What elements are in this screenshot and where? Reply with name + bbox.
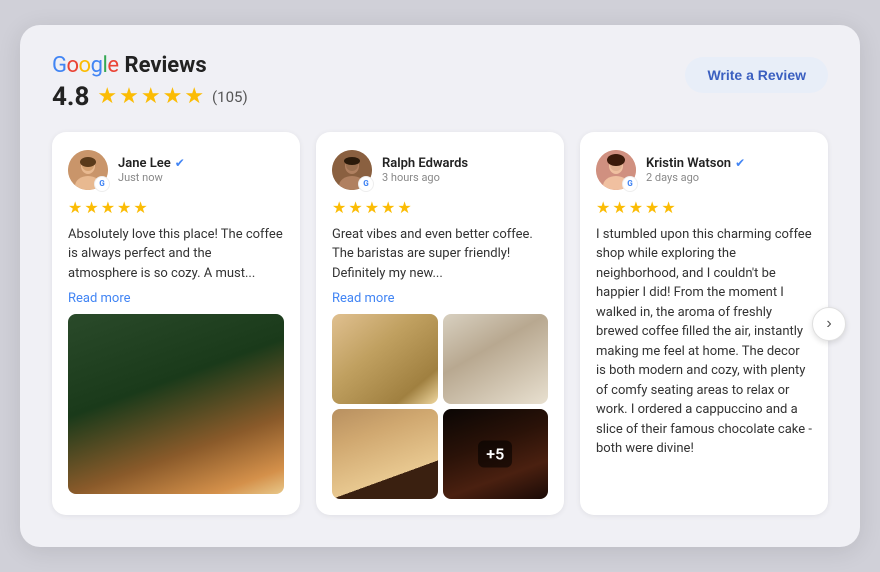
read-more-1[interactable]: Read more	[68, 291, 284, 306]
reviewer-row-3: G Kristin Watson ✔ 2 days ago	[596, 150, 812, 190]
reviewer-row-1: G Jane Lee ✔ Just now	[68, 150, 284, 190]
review-image-2c	[332, 409, 438, 499]
review-image-1	[68, 314, 284, 494]
header: Google Reviews 4.8 ★ ★ ★ ★ ★ (105) Write…	[52, 53, 828, 112]
card-stars-1: ★ ★ ★ ★ ★	[68, 198, 284, 217]
review-card-1: G Jane Lee ✔ Just now ★ ★ ★ ★ ★ Absolut	[52, 132, 300, 516]
google-badge-1: G	[94, 176, 110, 192]
review-card-3: G Kristin Watson ✔ 2 days ago ★ ★ ★ ★ ★	[580, 132, 828, 516]
google-logo-row: Google Reviews	[52, 53, 248, 78]
reviewer-info-3: Kristin Watson ✔ 2 days ago	[646, 156, 812, 184]
verified-icon-3: ✔	[735, 156, 745, 170]
review-time-2: 3 hours ago	[382, 171, 548, 184]
reviewer-name-3: Kristin Watson	[646, 156, 731, 171]
reviews-label: Reviews	[124, 53, 206, 78]
rating-row: 4.8 ★ ★ ★ ★ ★ (105)	[52, 82, 248, 112]
review-time-1: Just now	[118, 171, 284, 184]
reviewer-row-2: G Ralph Edwards 3 hours ago	[332, 150, 548, 190]
reviews-cards-row: G Jane Lee ✔ Just now ★ ★ ★ ★ ★ Absolut	[52, 132, 828, 516]
google-reviews-widget: Google Reviews 4.8 ★ ★ ★ ★ ★ (105) Write…	[20, 25, 860, 548]
google-badge-3: G	[622, 176, 638, 192]
review-card-2: G Ralph Edwards 3 hours ago ★ ★ ★ ★ ★ Gr…	[316, 132, 564, 516]
review-image-2b	[443, 314, 549, 404]
review-count: (105)	[212, 88, 248, 106]
next-chevron-button[interactable]: ›	[812, 307, 846, 341]
review-time-3: 2 days ago	[646, 171, 812, 184]
google-badge-2: G	[358, 176, 374, 192]
google-logo: Google	[52, 53, 118, 78]
overall-rating: 4.8	[52, 82, 89, 112]
avatar-wrapper-2: G	[332, 150, 372, 190]
write-review-button[interactable]: Write a Review	[685, 57, 828, 93]
card-stars-2: ★ ★ ★ ★ ★	[332, 198, 548, 217]
review-text-2: Great vibes and even better coffee. The …	[332, 225, 548, 284]
header-left: Google Reviews 4.8 ★ ★ ★ ★ ★ (105)	[52, 53, 248, 112]
review-text-3: I stumbled upon this charming coffee sho…	[596, 225, 812, 459]
review-text-1: Absolutely love this place! The coffee i…	[68, 225, 284, 284]
plus-badge: +5	[478, 441, 512, 468]
read-more-2[interactable]: Read more	[332, 291, 548, 306]
card-stars-3: ★ ★ ★ ★ ★	[596, 198, 812, 217]
reviewer-name-row-3: Kristin Watson ✔	[646, 156, 812, 171]
reviewer-name-row-1: Jane Lee ✔	[118, 156, 284, 171]
avatar-wrapper-3: G	[596, 150, 636, 190]
reviewer-name-row-2: Ralph Edwards	[382, 156, 548, 171]
reviewer-name-2: Ralph Edwards	[382, 156, 468, 171]
reviewer-info-1: Jane Lee ✔ Just now	[118, 156, 284, 184]
reviewer-info-2: Ralph Edwards 3 hours ago	[382, 156, 548, 184]
review-images-2: +5	[332, 314, 548, 499]
overall-stars: ★ ★ ★ ★ ★	[97, 84, 204, 109]
avatar-wrapper-1: G	[68, 150, 108, 190]
review-image-2a	[332, 314, 438, 404]
review-image-2d: +5	[443, 409, 549, 499]
verified-icon-1: ✔	[175, 156, 185, 170]
reviewer-name-1: Jane Lee	[118, 156, 171, 171]
